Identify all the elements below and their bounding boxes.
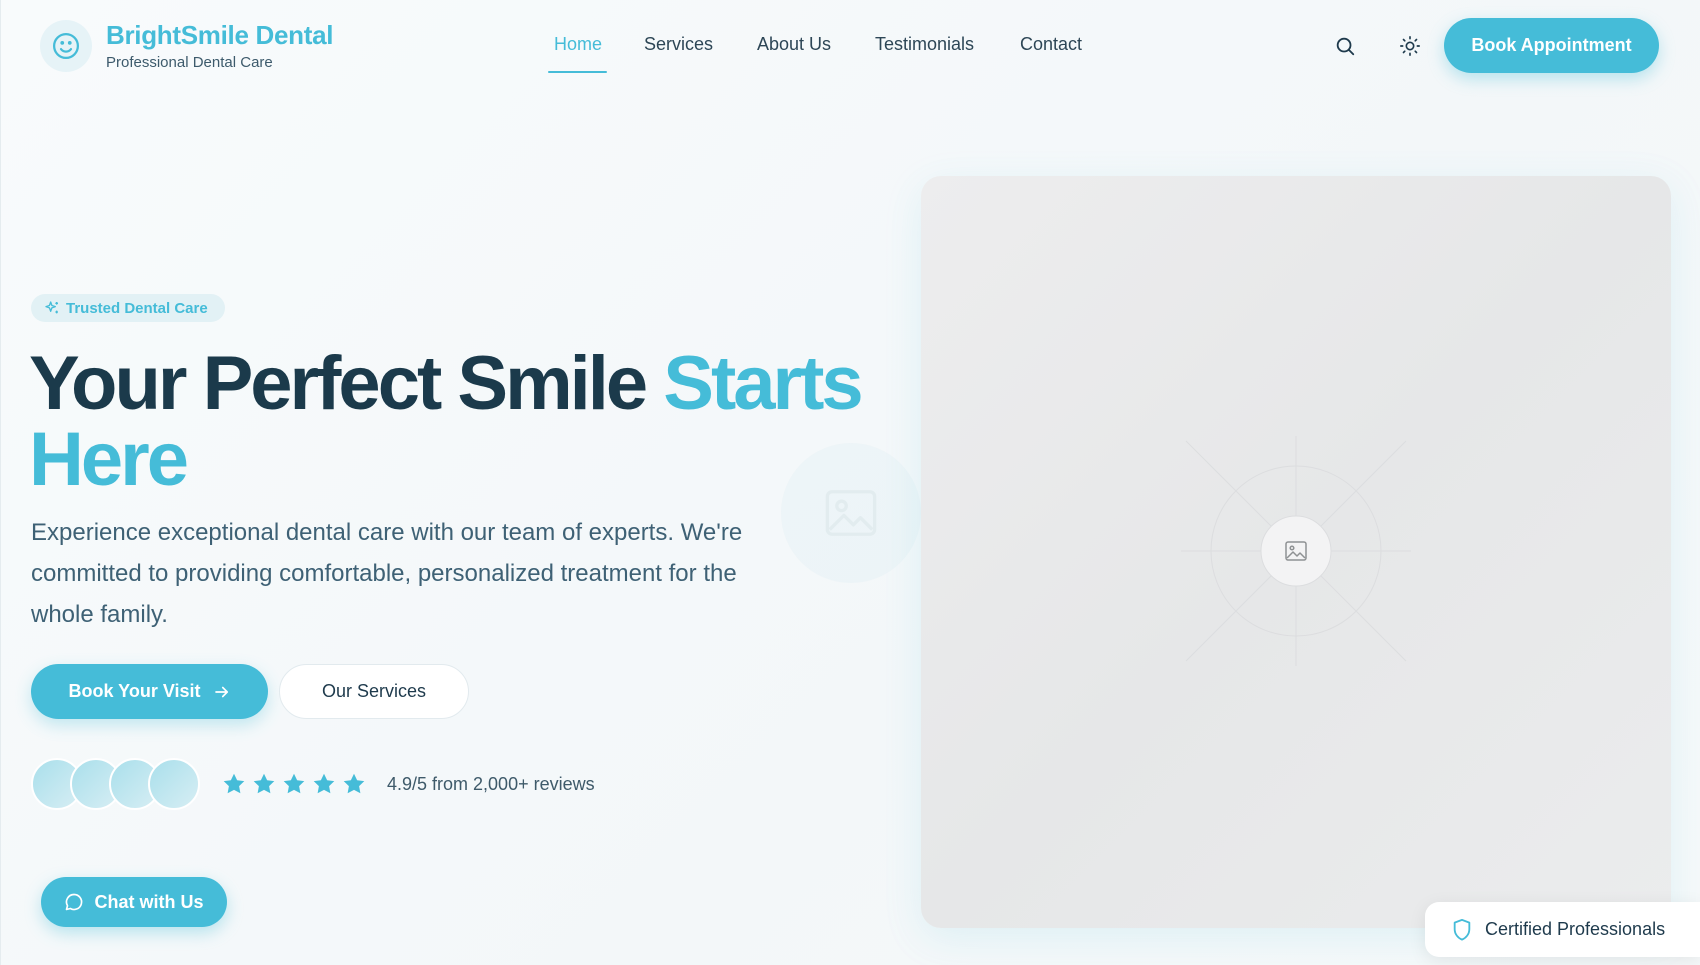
- shield-icon: [1453, 918, 1471, 941]
- headline-main: Your Perfect Smile: [29, 341, 664, 426]
- certified-badge: Certified Professionals: [1425, 902, 1700, 957]
- star-icon: [223, 773, 245, 794]
- our-services-button[interactable]: Our Services: [279, 664, 469, 719]
- star-icon: [283, 773, 305, 794]
- site-header: BrightSmile Dental Professional Dental C…: [1, 0, 1700, 96]
- arrow-right-icon: [214, 686, 228, 697]
- book-your-visit-button[interactable]: Book Your Visit: [31, 664, 268, 719]
- star-icon: [313, 773, 335, 794]
- certified-label: Certified Professionals: [1485, 919, 1666, 939]
- trusted-badge: Trusted Dental Care: [31, 294, 225, 322]
- image-icon: [1285, 541, 1307, 561]
- rating-stars: [221, 771, 367, 797]
- nav-testimonials[interactable]: Testimonials: [875, 34, 974, 55]
- hero-description: Experience exceptional dental care with …: [31, 519, 743, 628]
- book-appointment-button[interactable]: Book Appointment: [1444, 18, 1659, 73]
- nav-home[interactable]: Home: [554, 34, 602, 55]
- theme-toggle-button[interactable]: [1394, 30, 1426, 62]
- nav-active-indicator: [548, 71, 607, 73]
- avatar: [148, 758, 200, 810]
- star-icon: [253, 773, 275, 794]
- search-icon: [1336, 37, 1355, 56]
- star-icon: [343, 773, 365, 794]
- hero-image: [921, 176, 1671, 928]
- search-button[interactable]: [1329, 30, 1361, 62]
- trusted-badge-label: Trusted Dental Care: [66, 299, 208, 317]
- nav-services[interactable]: Services: [644, 34, 713, 55]
- rating-text: 4.9/5 from 2,000+ reviews: [387, 774, 595, 794]
- chat-with-us-button[interactable]: Chat with Us: [41, 877, 227, 927]
- chat-bubble-icon: [66, 893, 83, 911]
- hero-headline: Your Perfect Smile Starts Here: [29, 346, 909, 498]
- nav-about-us[interactable]: About Us: [757, 34, 831, 55]
- page: BrightSmile Dental Professional Dental C…: [0, 0, 1700, 965]
- nav-contact[interactable]: Contact: [1020, 34, 1082, 55]
- sparkles-icon: [45, 301, 58, 314]
- book-your-visit-label: Book Your Visit: [68, 681, 201, 701]
- chat-with-us-label: Chat with Us: [94, 891, 204, 912]
- sun-icon: [1400, 36, 1420, 56]
